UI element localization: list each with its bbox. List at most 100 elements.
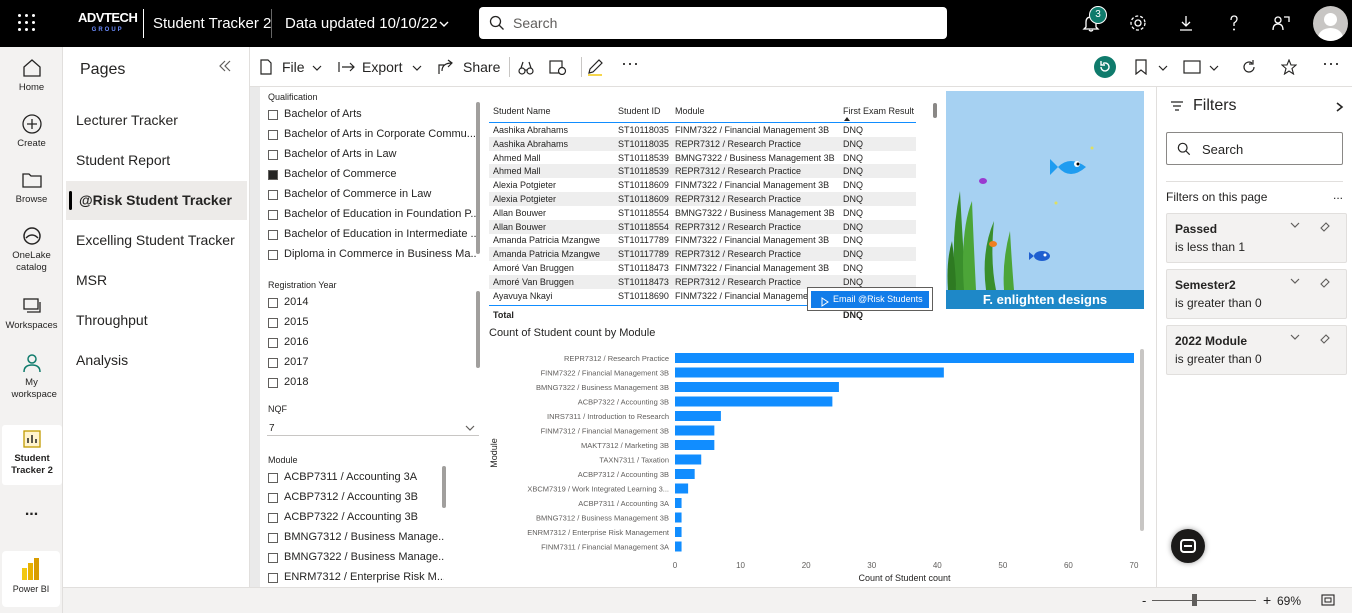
slicer-checkbox[interactable] — [268, 150, 278, 160]
copilot-floating-button[interactable] — [1171, 529, 1205, 563]
table-row[interactable]: Alexia Potgieter ST10118609 REPR7312 / Res… — [489, 192, 916, 206]
zoom-in-button[interactable]: + — [1263, 592, 1271, 608]
slicer-option-label[interactable]: Bachelor of Arts in Law — [284, 148, 476, 160]
share-button[interactable]: Share — [463, 59, 500, 75]
bar[interactable] — [675, 367, 944, 378]
company-logo[interactable]: ADVTECH GROUP — [78, 11, 138, 37]
bar[interactable] — [675, 382, 839, 392]
bar[interactable] — [675, 454, 702, 465]
slicer-option-label[interactable]: 2018 — [284, 376, 384, 388]
chevron-down-icon[interactable] — [1158, 63, 1168, 73]
slicer-option-label[interactable]: Bachelor of Arts in Corporate Commu... — [284, 128, 476, 140]
table-row[interactable]: Amanda Patricia Mzangwe ST10117789 REPR731… — [489, 247, 916, 262]
page-tab-lecturer-tracker[interactable]: Lecturer Tracker — [63, 101, 244, 140]
filter-card[interactable]: 2022 Module is greater than 0 — [1166, 325, 1347, 375]
bar[interactable] — [675, 440, 715, 450]
star-icon[interactable] — [1281, 59, 1297, 75]
slicer-checkbox[interactable] — [268, 250, 278, 260]
slicer-checkbox[interactable] — [268, 473, 278, 483]
slicer-option-label[interactable]: 2017 — [284, 356, 384, 368]
slicer-option-label[interactable]: ACBP7322 / Accounting 3B — [284, 511, 444, 523]
global-search-box[interactable]: Search — [479, 7, 947, 39]
page-tab-analysis[interactable]: Analysis — [63, 341, 244, 380]
slicer-checkbox[interactable] — [268, 130, 278, 140]
slicer-checkbox[interactable] — [268, 573, 278, 583]
bar[interactable] — [675, 469, 695, 479]
refresh-icon[interactable] — [1241, 59, 1257, 75]
slicer-option-label[interactable]: ACBP7311 / Accounting 3A — [284, 471, 444, 483]
filters-more-options[interactable]: ... — [1333, 188, 1343, 202]
chevron-down-icon[interactable] — [312, 63, 322, 73]
app-title[interactable]: Student Tracker 2 — [153, 15, 271, 32]
eraser-icon[interactable] — [1319, 332, 1331, 347]
page-tab-excelling-student-tracker[interactable]: Excelling Student Tracker — [63, 221, 244, 260]
chevron-down-icon[interactable] — [1290, 220, 1300, 233]
slicer-checkbox[interactable] — [268, 318, 278, 328]
chart-scrollbar[interactable] — [1140, 349, 1144, 531]
slicer-checkbox[interactable] — [268, 553, 278, 563]
expand-chevron-icon[interactable] — [1335, 102, 1345, 112]
page-tab-throughput[interactable]: Throughput — [63, 301, 244, 340]
slicer-option-label[interactable]: 2015 — [284, 316, 384, 328]
bar[interactable] — [675, 353, 1134, 363]
user-avatar[interactable] — [1313, 6, 1348, 41]
file-menu[interactable]: File — [282, 59, 305, 75]
column-header-module[interactable]: Module — [675, 103, 705, 123]
column-header-student-name[interactable]: Student Name — [493, 103, 551, 123]
slicer-checkbox[interactable] — [268, 533, 278, 543]
nav-my-workspace[interactable]: My workspace — [0, 352, 63, 401]
slicer-checkbox[interactable] — [268, 298, 278, 308]
eraser-icon[interactable] — [1319, 276, 1331, 291]
chevron-down-icon[interactable] — [1290, 276, 1300, 289]
table-row[interactable]: Ahmed Mall ST10118539 REPR7312 / Research … — [489, 164, 916, 179]
reset-icon[interactable] — [1093, 55, 1117, 79]
registration-year-scrollbar[interactable] — [476, 291, 480, 368]
table-scrollbar[interactable] — [933, 103, 937, 118]
download-icon[interactable] — [1176, 13, 1196, 33]
app-launcher-icon[interactable] — [18, 14, 38, 34]
more-options-icon[interactable]: ··· — [1322, 53, 1340, 74]
bar[interactable] — [675, 411, 721, 421]
slicer-option-label[interactable]: Bachelor of Education in Intermediate ..… — [284, 228, 476, 240]
nav-create[interactable]: Create — [0, 113, 63, 150]
bookmark-icon[interactable] — [1134, 59, 1148, 75]
filter-card[interactable]: Passed is less than 1 — [1166, 213, 1347, 263]
table-row[interactable]: Allan Bouwer ST10118554 BMNG7322 / Busines… — [489, 206, 916, 220]
bar[interactable] — [675, 396, 833, 407]
help-icon[interactable] — [1224, 13, 1244, 33]
zoom-out-button[interactable]: - — [1142, 593, 1146, 608]
nav-onelake[interactable]: OneLake catalog — [0, 225, 63, 274]
chevron-down-icon[interactable] — [1290, 332, 1300, 345]
column-header-first-exam-result[interactable]: First Exam Result — [843, 103, 914, 123]
slicer-option-label[interactable]: 2016 — [284, 336, 384, 348]
table-row[interactable]: Amoré Van Bruggen ST10118473 FINM7322 / Fi… — [489, 261, 916, 275]
table-row[interactable]: Allan Bouwer ST10118554 REPR7312 / Researc… — [489, 219, 916, 234]
data-updated-label[interactable]: Data updated 10/10/22 — [285, 15, 438, 32]
bar[interactable] — [675, 498, 682, 508]
subscribe-icon[interactable] — [549, 59, 567, 75]
chevron-down-icon[interactable] — [1209, 63, 1219, 73]
slicer-checkbox[interactable] — [268, 210, 278, 220]
nav-more[interactable]: ... — [0, 503, 63, 519]
fit-to-page-icon[interactable] — [1321, 594, 1335, 606]
chevron-down-icon[interactable] — [412, 63, 422, 73]
bar[interactable] — [675, 527, 682, 537]
slicer-checkbox[interactable] — [268, 230, 278, 240]
nav-workspaces[interactable]: Workspaces — [0, 295, 63, 332]
table-row[interactable]: Amanda Patricia Mzangwe ST10117789 FINM732… — [489, 233, 916, 247]
bar[interactable] — [675, 541, 682, 552]
table-row[interactable]: Alexia Potgieter ST10118609 FINM7322 / Fin… — [489, 178, 916, 192]
zoom-slider-thumb[interactable] — [1191, 594, 1197, 606]
collapse-double-chevron-icon[interactable] — [218, 59, 232, 73]
zoom-slider-track[interactable] — [1152, 600, 1256, 601]
slicer-option-label[interactable]: BMNG7312 / Business Manage... — [284, 531, 444, 543]
binoculars-icon[interactable] — [518, 60, 534, 76]
table-row[interactable]: Aashika Abrahams ST10118035 REPR7312 / Res… — [489, 136, 916, 151]
slicer-option-label[interactable]: Bachelor of Commerce — [284, 168, 476, 180]
more-options-icon[interactable]: ··· — [621, 53, 639, 74]
slicer-checkbox[interactable] — [268, 170, 278, 180]
filter-card[interactable]: Semester2 is greater than 0 — [1166, 269, 1347, 319]
slicer-checkbox[interactable] — [268, 338, 278, 348]
slicer-option-label[interactable]: Bachelor of Commerce in Law — [284, 188, 476, 200]
slicer-checkbox[interactable] — [268, 358, 278, 368]
